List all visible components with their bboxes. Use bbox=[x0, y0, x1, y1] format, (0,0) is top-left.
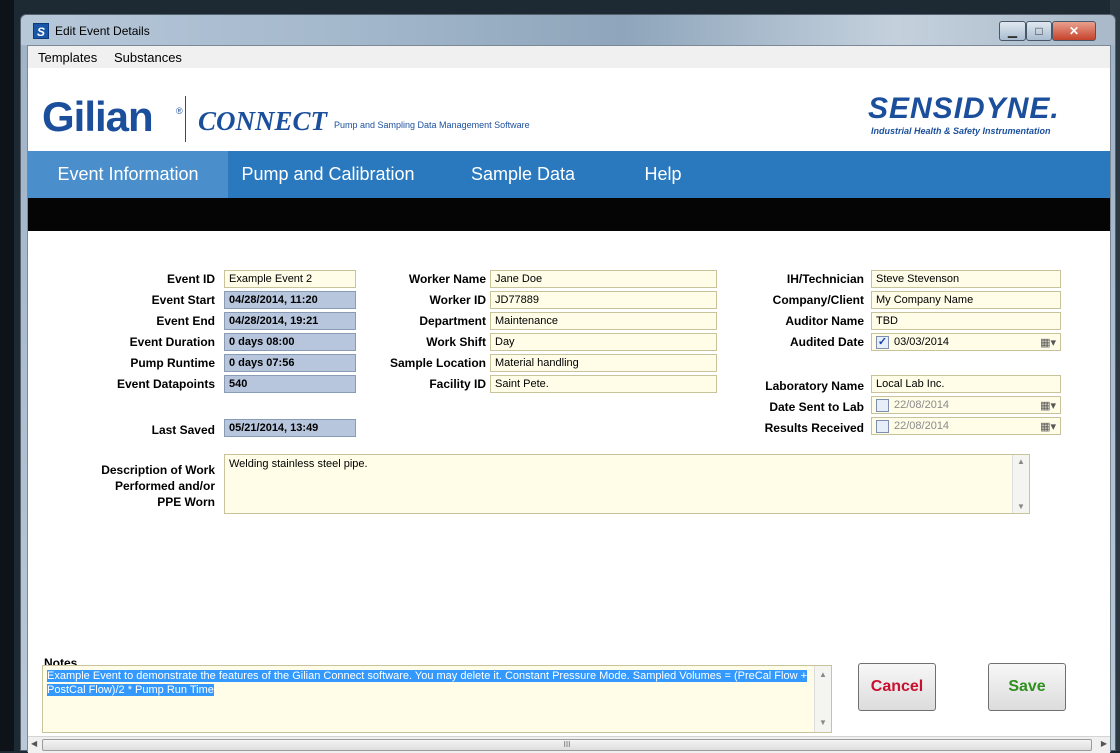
event-datapoints-field: 540 bbox=[224, 375, 356, 393]
audited-date-value: 03/03/2014 bbox=[894, 336, 950, 348]
sample-location-label: Sample Location bbox=[389, 356, 486, 370]
worker-name-label: Worker Name bbox=[408, 272, 486, 286]
last-saved-field: 05/21/2014, 13:49 bbox=[224, 419, 356, 437]
results-received-picker[interactable]: 22/08/2014 ▦▾ bbox=[871, 417, 1061, 435]
description-scrollbar[interactable]: ▲ ▼ bbox=[1012, 455, 1029, 513]
department-label: Department bbox=[419, 314, 486, 328]
event-datapoints-label: Event Datapoints bbox=[116, 377, 215, 391]
company-client-field[interactable]: My Company Name bbox=[871, 291, 1061, 309]
event-end-field: 04/28/2014, 19:21 bbox=[224, 312, 356, 330]
desktop-background-left bbox=[0, 0, 14, 751]
tab-help[interactable]: Help bbox=[613, 151, 713, 198]
pump-runtime-label: Pump Runtime bbox=[130, 356, 215, 370]
tab-pump-and-calibration[interactable]: Pump and Calibration bbox=[228, 151, 428, 198]
laboratory-name-field[interactable]: Local Lab Inc. bbox=[871, 375, 1061, 393]
scroll-down-icon[interactable]: ▼ bbox=[815, 716, 831, 730]
minimize-button[interactable]: ▁ bbox=[999, 21, 1026, 41]
header-banner: Gilian ® CONNECT Pump and Sampling Data … bbox=[28, 68, 1110, 151]
ih-technician-field[interactable]: Steve Stevenson bbox=[871, 270, 1061, 288]
worker-name-field[interactable]: Jane Doe bbox=[490, 270, 717, 288]
scroll-up-icon[interactable]: ▲ bbox=[1013, 457, 1029, 466]
facility-id-field[interactable]: Saint Pete. bbox=[490, 375, 717, 393]
tab-event-information[interactable]: Event Information bbox=[28, 151, 228, 198]
logo-divider bbox=[185, 96, 186, 142]
results-received-value: 22/08/2014 bbox=[894, 420, 950, 432]
connect-subtitle: Pump and Sampling Data Management Softwa… bbox=[334, 120, 530, 130]
scroll-down-icon[interactable]: ▼ bbox=[1013, 502, 1029, 511]
notes-text: Example Event to demonstrate the feature… bbox=[47, 670, 808, 696]
auditor-name-label: Auditor Name bbox=[785, 314, 864, 328]
facility-id-label: Facility ID bbox=[429, 377, 486, 391]
event-end-label: Event End bbox=[156, 314, 215, 328]
description-label-line3: PPE Worn bbox=[157, 495, 215, 509]
event-id-label: Event ID bbox=[166, 272, 215, 286]
audited-date-picker[interactable]: ✓ 03/03/2014 ▦▾ bbox=[871, 333, 1061, 351]
close-icon: ✕ bbox=[1068, 24, 1080, 38]
audited-date-label: Audited Date bbox=[789, 335, 864, 349]
scroll-up-icon[interactable]: ▲ bbox=[815, 668, 831, 682]
scrollbar-thumb[interactable]: III bbox=[42, 739, 1092, 751]
pump-runtime-field: 0 days 07:56 bbox=[224, 354, 356, 372]
event-start-field: 04/28/2014, 11:20 bbox=[224, 291, 356, 309]
app-icon: S bbox=[33, 23, 49, 39]
maximize-button[interactable]: □ bbox=[1026, 21, 1052, 41]
window-client-area: Templates Substances Gilian ® CONNECT Pu… bbox=[27, 45, 1111, 753]
horizontal-scrollbar[interactable]: ◀ III ▶ bbox=[28, 736, 1110, 753]
date-sent-value: 22/08/2014 bbox=[894, 399, 950, 411]
event-start-label: Event Start bbox=[151, 293, 215, 307]
event-form: Event ID Example Event 2 Event Start 04/… bbox=[28, 231, 1110, 736]
description-text: Welding stainless steel pipe. bbox=[229, 458, 368, 470]
description-label-line2: Performed and/or bbox=[114, 479, 215, 493]
results-received-checkbox[interactable] bbox=[876, 420, 889, 433]
description-label: Description of Work Performed and/or PPE… bbox=[101, 462, 215, 510]
scroll-left-icon[interactable]: ◀ bbox=[31, 739, 37, 748]
menu-bar: Templates Substances bbox=[28, 46, 1110, 68]
registered-mark: ® bbox=[176, 106, 183, 116]
event-duration-field: 0 days 08:00 bbox=[224, 333, 356, 351]
sensidyne-logo: SENSIDYNE. bbox=[868, 92, 1060, 125]
worker-id-label: Worker ID bbox=[429, 293, 486, 307]
work-shift-label: Work Shift bbox=[426, 335, 486, 349]
ih-technician-label: IH/Technician bbox=[786, 272, 864, 286]
description-textarea[interactable]: Welding stainless steel pipe. ▲ ▼ bbox=[224, 454, 1030, 514]
company-client-label: Company/Client bbox=[772, 293, 864, 307]
close-button[interactable]: ✕ bbox=[1052, 21, 1096, 41]
department-field[interactable]: Maintenance bbox=[490, 312, 717, 330]
event-duration-label: Event Duration bbox=[129, 335, 215, 349]
window-title: Edit Event Details bbox=[55, 24, 150, 38]
results-received-label: Results Received bbox=[764, 421, 864, 435]
toolbar-strip bbox=[28, 198, 1110, 231]
minimize-icon: ▁ bbox=[1007, 24, 1018, 38]
calendar-dropdown-icon[interactable]: ▦▾ bbox=[1040, 419, 1056, 434]
cancel-button[interactable]: Cancel bbox=[858, 663, 936, 711]
notes-textarea[interactable]: Example Event to demonstrate the feature… bbox=[42, 665, 832, 733]
sample-location-field[interactable]: Material handling bbox=[490, 354, 717, 372]
event-id-field[interactable]: Example Event 2 bbox=[224, 270, 356, 288]
nav-bar: Event Information Pump and Calibration S… bbox=[28, 151, 1110, 198]
tab-sample-data[interactable]: Sample Data bbox=[448, 151, 598, 198]
title-bar[interactable]: S Edit Event Details ▁ □ ✕ bbox=[21, 15, 1115, 45]
menu-templates[interactable]: Templates bbox=[38, 50, 97, 65]
description-label-line1: Description of Work bbox=[101, 463, 215, 477]
audited-date-checkbox[interactable]: ✓ bbox=[876, 336, 889, 349]
auditor-name-field[interactable]: TBD bbox=[871, 312, 1061, 330]
date-sent-label: Date Sent to Lab bbox=[769, 400, 864, 414]
worker-id-field[interactable]: JD77889 bbox=[490, 291, 717, 309]
save-button[interactable]: Save bbox=[988, 663, 1066, 711]
last-saved-label: Last Saved bbox=[151, 423, 215, 437]
notes-scrollbar[interactable]: ▲ ▼ bbox=[814, 666, 831, 732]
calendar-dropdown-icon[interactable]: ▦▾ bbox=[1040, 335, 1056, 350]
scroll-right-icon[interactable]: ▶ bbox=[1101, 739, 1107, 748]
laboratory-name-label: Laboratory Name bbox=[765, 379, 864, 393]
sensidyne-tagline: Industrial Health & Safety Instrumentati… bbox=[871, 126, 1051, 136]
date-sent-picker[interactable]: 22/08/2014 ▦▾ bbox=[871, 396, 1061, 414]
date-sent-checkbox[interactable] bbox=[876, 399, 889, 412]
maximize-icon: □ bbox=[1035, 24, 1043, 38]
calendar-dropdown-icon[interactable]: ▦▾ bbox=[1040, 398, 1056, 413]
edit-event-window: S Edit Event Details ▁ □ ✕ Templates Sub… bbox=[20, 14, 1116, 753]
connect-logo: CONNECT bbox=[198, 106, 328, 136]
gilian-logo: Gilian bbox=[42, 93, 154, 140]
work-shift-field[interactable]: Day bbox=[490, 333, 717, 351]
menu-substances[interactable]: Substances bbox=[114, 50, 182, 65]
